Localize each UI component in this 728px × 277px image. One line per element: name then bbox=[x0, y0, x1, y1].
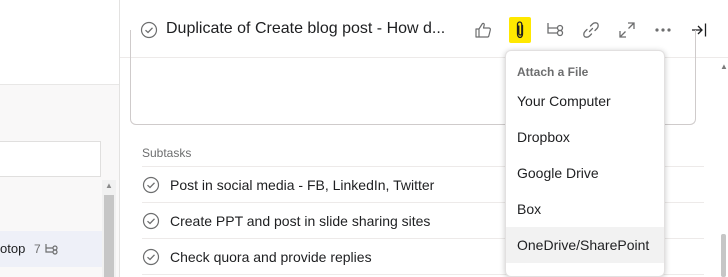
menu-item-google-drive[interactable]: Google Drive bbox=[506, 155, 664, 191]
task-row-label[interactable]: otop bbox=[0, 241, 25, 256]
check-circle-icon[interactable] bbox=[142, 212, 160, 230]
subtask-count-value: 7 bbox=[34, 242, 41, 256]
attach-file-menu: Attach a File Your Computer Dropbox Goog… bbox=[505, 50, 665, 277]
menu-item-box[interactable]: Box bbox=[506, 191, 664, 227]
subtask-title[interactable]: Create PPT and post in slide sharing sit… bbox=[170, 213, 430, 229]
list-search-strip[interactable] bbox=[0, 141, 101, 177]
check-circle-icon[interactable] bbox=[142, 248, 160, 266]
detail-scroll-thumb[interactable] bbox=[721, 234, 726, 277]
menu-item-your-computer[interactable]: Your Computer bbox=[506, 83, 664, 119]
subtask-icon bbox=[45, 244, 58, 255]
subtask-count: 7 bbox=[34, 242, 58, 256]
menu-item-dropbox[interactable]: Dropbox bbox=[506, 119, 664, 155]
subtask-title[interactable]: Post in social media - FB, LinkedIn, Twi… bbox=[170, 177, 434, 193]
scroll-up-arrow-icon[interactable]: ▲ bbox=[105, 182, 113, 190]
check-circle-icon[interactable] bbox=[142, 176, 160, 194]
menu-item-onedrive-sharepoint[interactable]: OneDrive/SharePoint bbox=[506, 227, 664, 263]
menu-heading: Attach a File bbox=[517, 65, 589, 79]
subtasks-heading: Subtasks bbox=[142, 146, 192, 160]
subtask-title[interactable]: Check quora and provide replies bbox=[170, 249, 372, 265]
scroll-up-arrow-icon[interactable]: ▲ bbox=[720, 62, 728, 71]
list-scroll-thumb[interactable] bbox=[104, 195, 114, 277]
list-header-area bbox=[0, 0, 119, 85]
detail-scrollbar[interactable]: ▲ bbox=[719, 58, 728, 277]
task-list-pane: otop 7 ▲ bbox=[0, 0, 119, 277]
